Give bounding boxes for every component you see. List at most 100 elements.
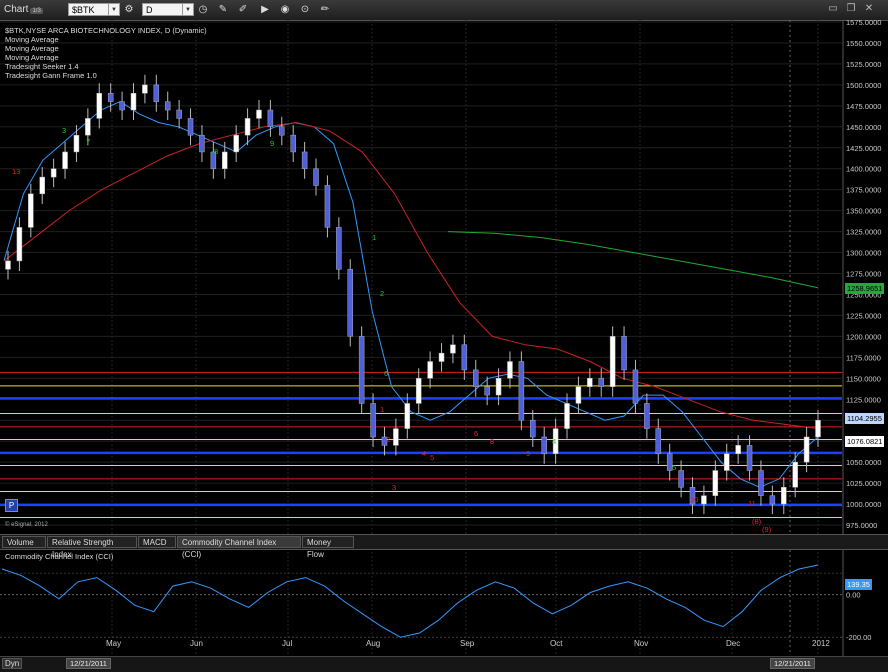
price-tick-label: 1425.0000	[846, 144, 881, 153]
chart-canvas[interactable]: 378912645131234 568910 11(8)(9) 975.000010…	[0, 20, 888, 656]
pencil-alt-icon[interactable]: ✐	[236, 3, 250, 17]
symbol-input[interactable]: $BTK ▼	[68, 3, 120, 16]
price-tick-label: 1225.0000	[846, 311, 881, 320]
candle-body	[598, 378, 604, 387]
candle-body	[301, 151, 308, 169]
tab-macd[interactable]: MACD	[138, 536, 176, 548]
candle-body	[803, 436, 810, 463]
seeker-markers: 378912645131234 568910 11(8)(9)	[12, 126, 772, 534]
seeker-marker-red: 2	[386, 435, 390, 444]
candle-body	[621, 336, 627, 371]
price-tick-label: 1050.0000	[846, 458, 881, 467]
price-tick-label: 1575.0000	[846, 20, 881, 27]
gear-icon[interactable]: ⚙	[122, 3, 136, 17]
candle-body	[233, 134, 239, 153]
app-label: Chart 1/3	[4, 4, 43, 15]
candle-body	[792, 461, 798, 488]
seeker-marker-green: 3	[62, 126, 66, 135]
price-tick-label: 1325.0000	[846, 228, 881, 237]
p-button[interactable]: P	[5, 499, 18, 512]
pencil-strike-icon[interactable]: ✏	[318, 3, 332, 17]
candle-body	[655, 428, 662, 454]
candle-body	[279, 126, 285, 136]
price-tick-label: 1150.0000	[846, 374, 881, 383]
candle-body	[393, 428, 399, 446]
price-tick-label: 1000.0000	[846, 500, 881, 509]
time-tick-label: Sep	[460, 639, 475, 648]
candle-body	[723, 453, 730, 471]
seeker-marker-red: 11	[748, 499, 756, 508]
record-icon[interactable]: ◉	[278, 3, 292, 17]
time-tick-label: Oct	[550, 639, 563, 648]
price-tick-label: 1175.0000	[846, 353, 881, 362]
candle-body	[336, 227, 342, 270]
cci-tick-label: 0.00	[846, 591, 861, 600]
candle-body	[518, 361, 525, 421]
candle-body	[324, 185, 331, 228]
seeker-marker-red: 10	[690, 495, 698, 504]
price-tick-label: 1400.0000	[846, 165, 881, 174]
price-tick-label: 1525.0000	[846, 60, 881, 69]
seeker-marker-red: (9)	[762, 525, 772, 534]
play-alt-icon[interactable]: ⊙	[298, 3, 312, 17]
candle-body	[176, 109, 182, 119]
title-bar: Chart 1/3 $BTK ▼ ⚙ D ▼ ◷ ✎ ✐ ▶ ◉ ⊙ ✏ ▭ ❐ ✕	[0, 0, 888, 21]
close-icon[interactable]: ✕	[862, 2, 876, 16]
candle-body	[222, 151, 228, 169]
restore-icon[interactable]: ❐	[844, 2, 858, 16]
candle-body	[472, 369, 479, 387]
candle-body	[267, 109, 274, 128]
candle-body	[164, 101, 171, 111]
seeker-marker-red: 5	[430, 453, 434, 462]
price-tick-label: 1375.0000	[846, 186, 881, 195]
candle-body	[313, 168, 319, 186]
time-tick-label: Dec	[726, 639, 740, 648]
tab-money-flow[interactable]: Money Flow	[302, 536, 354, 559]
candle-body	[609, 336, 616, 387]
candle-body	[735, 445, 741, 454]
seeker-marker-green: 4	[552, 437, 556, 446]
candle-body	[244, 118, 251, 136]
candle-body	[39, 176, 45, 195]
cursor-date-right: 12/21/2011	[770, 658, 815, 669]
cci-title: Commodity Channel Index (CCI)	[5, 552, 114, 561]
legend-ma-3: Moving Average	[5, 53, 59, 62]
chevron-down-icon[interactable]: ▼	[182, 4, 193, 15]
price-tick-label: 1500.0000	[846, 81, 881, 90]
seeker-marker-red: 1	[380, 405, 384, 414]
price-tick-label: 1300.0000	[846, 249, 881, 258]
candle-body	[50, 168, 57, 178]
legend-ma-1: Moving Average	[5, 35, 59, 44]
legend-title: $BTK,NYSE ARCA BIOTECHNOLOGY INDEX, D (D…	[5, 26, 207, 35]
price-tick-label: 1275.0000	[846, 270, 881, 279]
dyn-button[interactable]: Dyn	[2, 658, 23, 669]
candle-body	[415, 378, 422, 404]
legend-seeker: Tradesight Seeker 1.4	[5, 62, 79, 71]
price-tick-label: 1550.0000	[846, 39, 881, 48]
play-icon[interactable]: ▶	[258, 3, 272, 17]
candle-body	[701, 495, 707, 505]
candle-body	[461, 344, 468, 371]
interval-input[interactable]: D ▼	[142, 3, 194, 16]
legend-gann: Tradesight Gann Frame 1.0	[5, 71, 97, 80]
candle-body	[107, 93, 114, 102]
candle-body	[495, 378, 502, 396]
candle-body	[815, 419, 821, 438]
seeker-marker-green: 9	[270, 139, 274, 148]
candle-body	[404, 403, 411, 429]
chevron-down-icon[interactable]: ▼	[108, 4, 119, 15]
tab-cci[interactable]: Commodity Channel Index (CCI)	[177, 536, 301, 559]
candle-body	[153, 84, 160, 102]
candle-body	[142, 84, 148, 94]
price-tag-level: 1076.0821	[845, 436, 885, 447]
tab-rsi[interactable]: Relative Strength Index	[47, 536, 137, 559]
candle-body	[427, 361, 433, 379]
candle-body	[347, 269, 354, 337]
pencil-icon[interactable]: ✎	[216, 3, 230, 17]
clock-icon[interactable]: ◷	[196, 3, 210, 17]
tab-volume[interactable]: Volume	[2, 536, 46, 548]
candle-body	[758, 470, 764, 496]
minimize-icon[interactable]: ▭	[826, 2, 840, 16]
candle-body	[769, 495, 776, 505]
price-tick-label: 1475.0000	[846, 102, 881, 111]
